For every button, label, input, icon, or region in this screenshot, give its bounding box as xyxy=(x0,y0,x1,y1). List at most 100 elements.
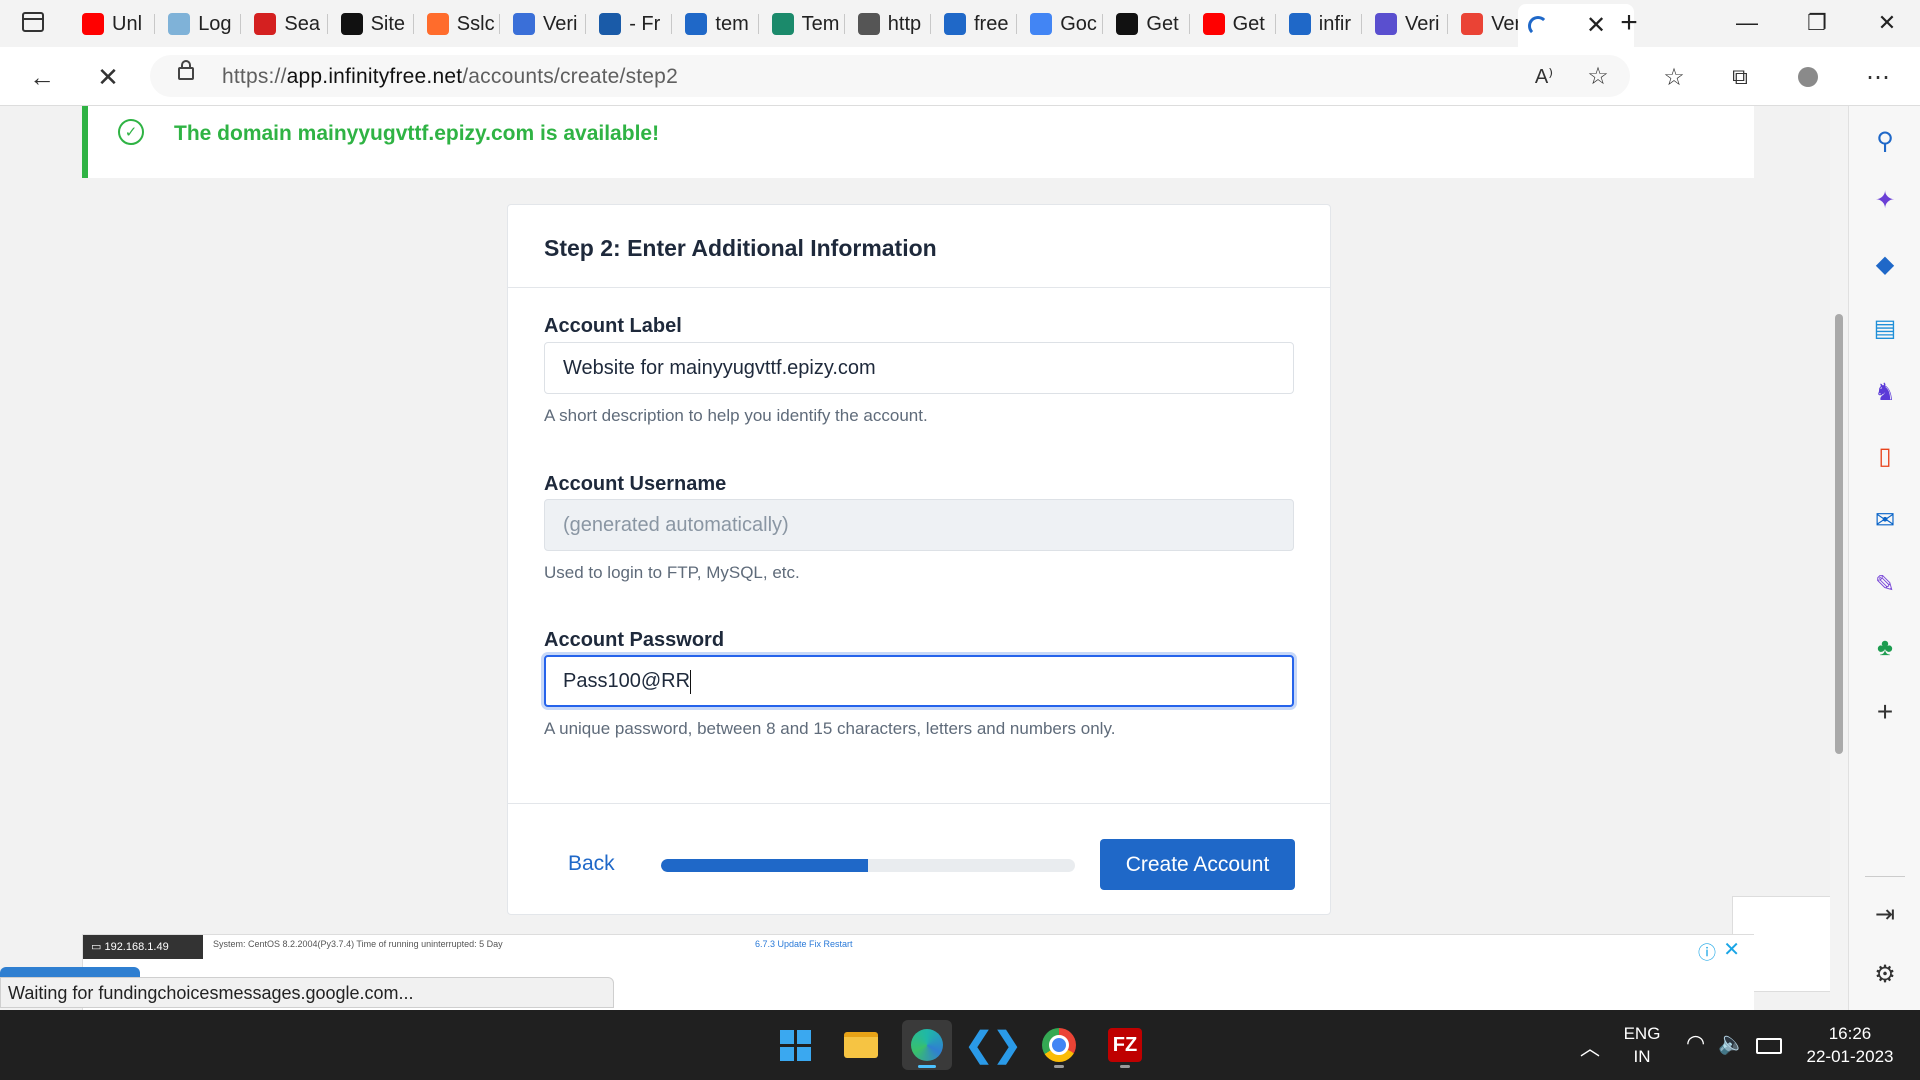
tray-chevron-icon[interactable]: ︿ xyxy=(1580,1032,1600,1061)
account-label-input[interactable]: Website for mainyyugvttf.epizy.com xyxy=(544,342,1294,394)
start-windows-icon[interactable] xyxy=(770,1020,820,1070)
browser-tab[interactable]: Site xyxy=(331,5,411,43)
browser-tab[interactable]: Goc xyxy=(1020,5,1100,43)
profile-icon[interactable] xyxy=(1788,57,1828,97)
tab-separator xyxy=(154,14,156,34)
tab-actions-icon[interactable] xyxy=(22,12,44,32)
clock[interactable]: 16:26 22-01-2023 xyxy=(1800,1022,1900,1068)
ad-banner[interactable]: ⓘ ✕ xyxy=(887,934,1754,1010)
edge-sidebar: ⚲ ✦ ◆ ▤ ♞ ▯ ✉ ✎ ♣ + ⇥ ⚙ xyxy=(1848,106,1920,1010)
sidebar-settings-icon[interactable]: ⚙ xyxy=(1867,956,1903,992)
tab-label: infir xyxy=(1318,12,1352,35)
browser-tab[interactable]: infir xyxy=(1279,5,1359,43)
wifi-icon[interactable]: ◠ xyxy=(1686,1030,1705,1056)
tab-label: Site xyxy=(370,12,406,35)
edge-taskbar-icon[interactable] xyxy=(902,1020,952,1070)
outlook-icon[interactable]: ✉ xyxy=(1867,502,1903,538)
restore-button[interactable]: ❐ xyxy=(1782,0,1852,46)
more-menu-icon[interactable]: ⋯ xyxy=(1858,57,1898,97)
read-aloud-icon[interactable]: A⁾ xyxy=(1524,56,1564,96)
browser-tab[interactable]: free xyxy=(934,5,1014,43)
browser-tab[interactable]: Unl xyxy=(72,5,152,43)
ad-info-icon[interactable]: ⓘ xyxy=(1698,939,1716,965)
browser-tab[interactable]: Sea xyxy=(244,5,324,43)
browser-tab[interactable]: http xyxy=(848,5,928,43)
file-explorer-icon[interactable] xyxy=(836,1020,886,1070)
browser-tab[interactable]: Log xyxy=(158,5,238,43)
search-icon[interactable]: ⚲ xyxy=(1867,123,1903,159)
account-label-help: A short description to help you identify… xyxy=(544,406,928,425)
favorites-icon[interactable]: ☆ xyxy=(1654,57,1694,97)
password-value: Pass100@RR xyxy=(563,670,691,692)
chrome-icon[interactable] xyxy=(1034,1020,1084,1070)
browser-tab[interactable]: - Fr xyxy=(589,5,669,43)
ad-close-icon[interactable]: ✕ xyxy=(1723,937,1740,962)
browser-tab[interactable]: Tem xyxy=(762,5,842,43)
tab-label: Sea xyxy=(284,12,320,35)
browser-tab[interactable]: Veri xyxy=(1365,5,1445,43)
check-circle-icon: ✓ xyxy=(118,119,144,145)
templates-icon xyxy=(771,13,794,35)
browser-tab[interactable]: Sslc xyxy=(417,5,497,43)
gmail-icon xyxy=(1461,13,1484,35)
battery-icon[interactable] xyxy=(1756,1038,1782,1054)
tab-label: - Fr xyxy=(629,12,661,35)
designer-icon[interactable]: ✎ xyxy=(1867,566,1903,602)
new-tab-button[interactable]: + xyxy=(1594,0,1664,46)
stop-loading-icon[interactable]: ✕ xyxy=(88,57,128,97)
account-password-input[interactable]: Pass100@RR xyxy=(544,655,1294,707)
search-icon xyxy=(685,13,708,35)
tab-separator xyxy=(671,14,673,34)
add-sidebar-icon[interactable]: + xyxy=(1867,694,1903,730)
browser-tab[interactable]: Get xyxy=(1106,5,1186,43)
step-progress-bar xyxy=(661,859,1075,872)
search-icon xyxy=(1288,13,1311,35)
tab-separator xyxy=(757,14,759,34)
minimize-button[interactable]: — xyxy=(1712,0,1782,46)
create-account-button[interactable]: Create Account xyxy=(1100,839,1295,890)
back-arrow-icon[interactable]: ← xyxy=(22,57,62,97)
collections-icon[interactable]: ⧉ xyxy=(1720,57,1760,97)
ad-ip: 192.168.1.49 xyxy=(104,941,169,953)
add-favorite-icon[interactable]: ☆ xyxy=(1578,56,1618,96)
tree-icon[interactable]: ♣ xyxy=(1867,630,1903,666)
card-title: Step 2: Enter Additional Information xyxy=(544,235,937,261)
clock-date: 22-01-2023 xyxy=(1806,1047,1894,1066)
tab-separator xyxy=(1361,14,1362,34)
url-prefix: https:// xyxy=(222,65,287,88)
tab-separator xyxy=(930,14,931,34)
url-domain: app.infinityfree.net xyxy=(286,65,463,88)
tab-separator xyxy=(1274,14,1276,34)
filezilla-icon[interactable]: FZ xyxy=(1100,1020,1150,1070)
google-icon xyxy=(1030,13,1053,35)
browser-toolbar: ← ✕ https://app.infinityfree.net/account… xyxy=(0,47,1920,106)
office-icon[interactable]: ▯ xyxy=(1867,438,1903,474)
address-bar[interactable]: https://app.infinityfree.net/accounts/cr… xyxy=(150,55,1630,97)
page-scrollbar[interactable] xyxy=(1830,106,1848,1010)
language-indicator[interactable]: ENG IN xyxy=(1620,1022,1664,1068)
step-progress-fill xyxy=(661,859,868,872)
discover-icon[interactable]: ✦ xyxy=(1867,182,1903,218)
back-link[interactable]: Back xyxy=(568,852,615,876)
puzzle-icon xyxy=(513,13,535,35)
browser-tab[interactable]: Veri xyxy=(503,5,583,43)
scroll-thumb[interactable] xyxy=(1835,314,1843,754)
browser-tab[interactable]: Get xyxy=(1193,5,1273,43)
volume-icon[interactable]: 🔈 xyxy=(1718,1030,1745,1056)
hide-sidebar-icon[interactable]: ⇥ xyxy=(1867,896,1903,932)
page-bottom-tab xyxy=(0,967,140,977)
close-window-button[interactable]: ✕ xyxy=(1852,0,1920,46)
domain-available-alert: ✓ The domain mainyyugvttf.epizy.com is a… xyxy=(82,106,1754,178)
shopping-tag-icon[interactable]: ◆ xyxy=(1867,246,1903,282)
browser-tab[interactable]: tem xyxy=(675,5,755,43)
vscode-icon[interactable]: ❮❯ xyxy=(965,1020,1022,1070)
alert-text: The domain mainyyugvttf.epizy.com is ava… xyxy=(174,122,660,145)
tab-separator xyxy=(326,14,328,34)
games-icon[interactable]: ♞ xyxy=(1867,374,1903,410)
card-header: Step 2: Enter Additional Information xyxy=(508,205,1330,288)
tab-separator xyxy=(412,14,414,34)
filezilla-running-indicator xyxy=(1120,1065,1130,1068)
tab-strip: Unl Log Sea Site Sslc Veri - Fr tem Tem http free G… xyxy=(0,0,1920,47)
tools-icon[interactable]: ▤ xyxy=(1867,310,1903,346)
tab-label: Veri xyxy=(543,12,578,35)
